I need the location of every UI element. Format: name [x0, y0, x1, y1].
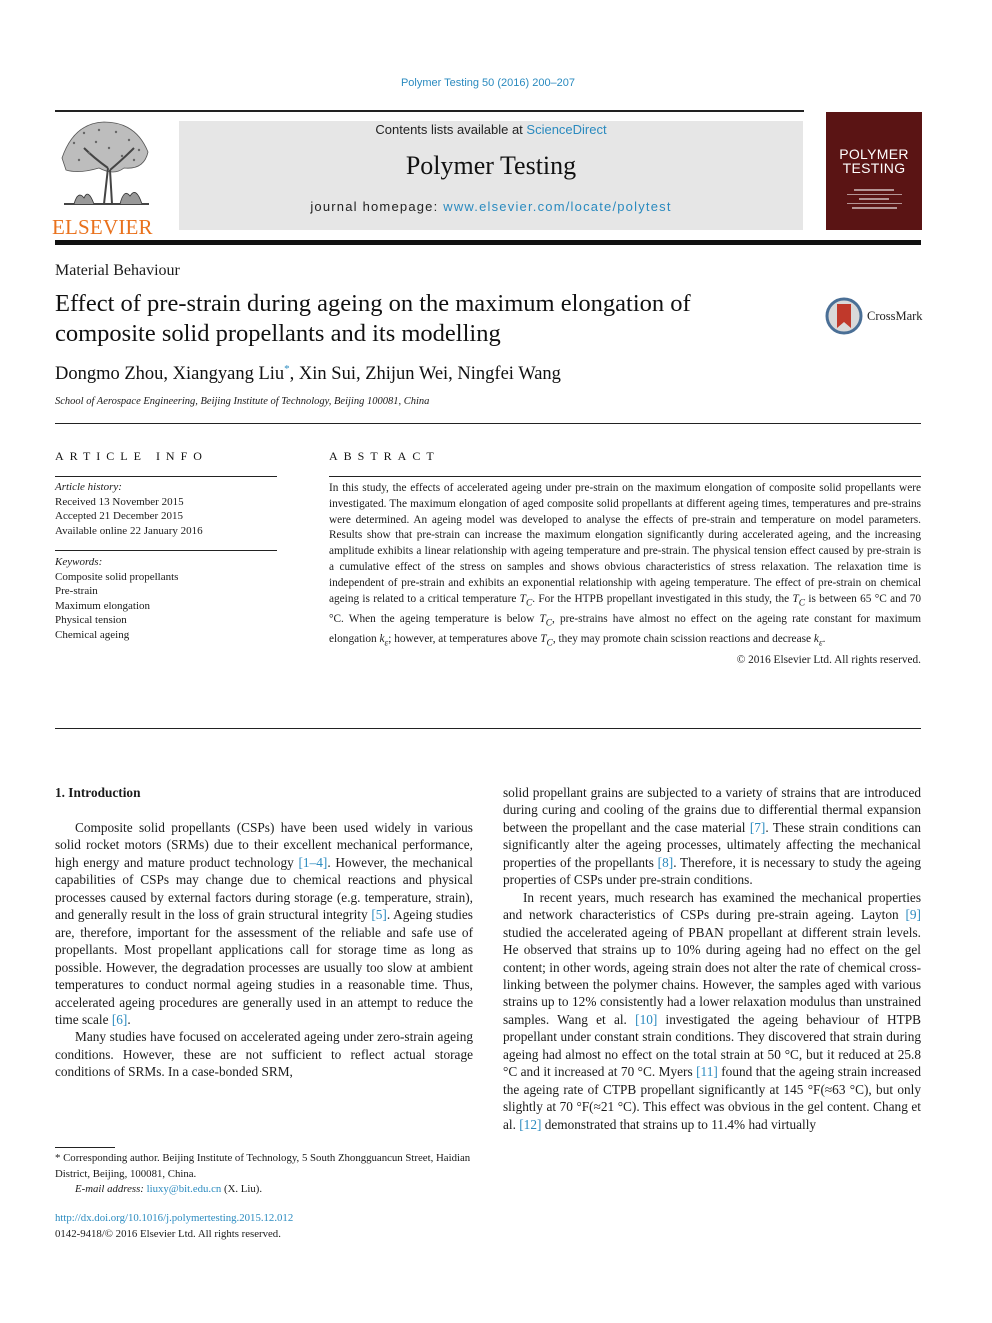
journal-name: Polymer Testing: [405, 151, 577, 180]
homepage-line: journal homepage: www.elsevier.com/locat…: [179, 199, 803, 214]
contents-prefix: Contents lists available at: [375, 122, 527, 137]
cover-text-lines: [844, 189, 904, 209]
ref-link-12[interactable]: [12]: [519, 1117, 541, 1132]
crossmark-icon: [825, 297, 863, 335]
article-history: Article history: Received 13 November 20…: [55, 480, 203, 538]
ref-link-1-4[interactable]: [1–4]: [299, 855, 328, 870]
keywords: Keywords: Composite solid propellants Pr…: [55, 555, 178, 642]
keyword-item: Physical tension: [55, 614, 127, 626]
article-info-heading: ARTICLE INFO: [55, 449, 208, 463]
journal-cover-thumbnail[interactable]: POLYMER TESTING: [826, 112, 922, 230]
elsevier-wordmark: ELSEVIER: [52, 215, 153, 239]
journal-homepage-link[interactable]: www.elsevier.com/locate/polytest: [443, 199, 671, 214]
footnote-rule: [55, 1147, 115, 1148]
introduction-heading: 1. Introduction: [55, 785, 141, 800]
intro-paragraph-2: Many studies have focused on accelerated…: [55, 1029, 473, 1080]
email-link[interactable]: liuxy@bit.edu.cn: [147, 1183, 222, 1195]
body-right-column: solid propellant grains are subjected to…: [503, 784, 921, 1133]
keyword-item: Pre-strain: [55, 585, 98, 597]
issn-copyright: 0142-9418/© 2016 Elsevier Ltd. All right…: [55, 1227, 281, 1240]
ref-link-10[interactable]: [10]: [635, 1012, 657, 1027]
article-info-rule: [55, 476, 277, 477]
affiliation: School of Aerospace Engineering, Beijing…: [55, 396, 430, 407]
ref-link-11[interactable]: [11]: [696, 1064, 718, 1079]
history-received: Received 13 November 2015: [55, 495, 184, 508]
cover-title: POLYMER TESTING: [839, 146, 909, 176]
keyword-item: Chemical ageing: [55, 628, 130, 641]
homepage-prefix: journal homepage:: [310, 199, 444, 214]
elsevier-tree-icon: [61, 121, 149, 205]
affiliation-rule: [55, 423, 921, 424]
crossmark-label: CrossMark: [867, 308, 923, 323]
keywords-label: Keywords:: [55, 556, 103, 568]
corresponding-author-footnote: * Corresponding author. Beijing Institut…: [55, 1151, 473, 1198]
abstract-copyright: © 2016 Elsevier Ltd. All rights reserved…: [736, 653, 921, 666]
section-type: Material Behaviour: [55, 262, 180, 279]
journal-banner: Contents lists available at ScienceDirec…: [179, 121, 803, 230]
article-title: Effect of pre-strain during ageing on th…: [55, 290, 691, 347]
author-list: Dongmo Zhou, Xiangyang Liu*, Xin Sui, Zh…: [55, 363, 561, 385]
contents-line: Contents lists available at ScienceDirec…: [179, 122, 803, 137]
header-thick-rule: [55, 240, 921, 245]
abstract-bottom-rule: [55, 728, 921, 729]
ref-link-6[interactable]: [6]: [112, 1012, 128, 1027]
history-accepted: Accepted 21 December 2015: [55, 510, 183, 522]
crossmark-button[interactable]: CrossMark: [825, 296, 925, 336]
header-rule: [55, 110, 804, 112]
abstract-heading: ABSTRACT: [329, 449, 440, 463]
ref-link-9[interactable]: [9]: [905, 907, 921, 922]
elsevier-logo[interactable]: ELSEVIER: [52, 118, 158, 239]
history-online: Available online 22 January 2016: [55, 524, 203, 537]
keywords-rule: [55, 550, 277, 551]
abstract-rule: [329, 476, 921, 477]
journal-citation-link[interactable]: Polymer Testing 50 (2016) 200–207: [0, 77, 976, 89]
ref-link-7[interactable]: [7]: [750, 820, 766, 835]
ref-link-8[interactable]: [8]: [658, 855, 674, 870]
doi-block: http://dx.doi.org/10.1016/j.polymertesti…: [55, 1211, 293, 1242]
keyword-item: Composite solid propellants: [55, 570, 179, 583]
intro-paragraph-2-cont: solid propellant grains are subjected to…: [503, 785, 921, 888]
ref-link-5[interactable]: [5]: [371, 907, 387, 922]
doi-link[interactable]: http://dx.doi.org/10.1016/j.polymertesti…: [55, 1212, 293, 1224]
sciencedirect-link[interactable]: ScienceDirect: [526, 122, 606, 137]
history-label: Article history:: [55, 481, 122, 493]
email-line: E-mail address: liuxy@bit.edu.cn (X. Liu…: [75, 1183, 263, 1195]
keyword-item: Maximum elongation: [55, 599, 151, 612]
intro-paragraph-3: In recent years, much research has exami…: [503, 889, 921, 1132]
body-left-column: Composite solid propellants (CSPs) have …: [55, 819, 473, 1081]
intro-paragraph-1: Composite solid propellants (CSPs) have …: [55, 820, 473, 1027]
abstract-text: In this study, the effects of accelerate…: [329, 481, 921, 669]
